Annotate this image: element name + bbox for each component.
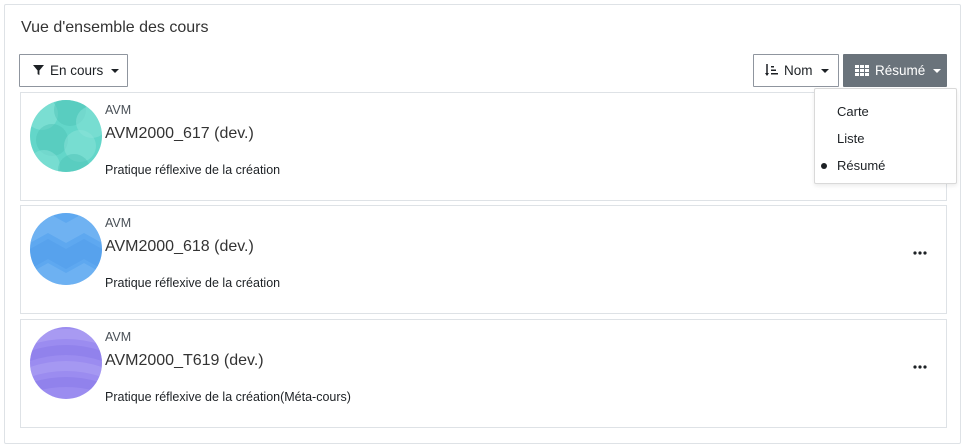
- filter-icon: [33, 65, 44, 76]
- course-summary: Pratique réflexive de la création: [105, 276, 281, 290]
- menu-item-label: Résumé: [837, 158, 886, 173]
- filter-dropdown-button[interactable]: En cours: [19, 54, 128, 87]
- sort-dropdown-button[interactable]: Nom: [753, 54, 839, 87]
- chevron-down-icon: [820, 68, 829, 73]
- view-dropdown-button[interactable]: Résumé: [843, 54, 947, 87]
- course-card[interactable]: AVM AVM2000_617 (dev.) Pratique réflexiv…: [20, 92, 947, 201]
- filter-label: En cours: [50, 63, 104, 78]
- chevron-down-icon: [111, 68, 120, 73]
- course-category: AVM: [105, 330, 132, 344]
- more-actions-icon[interactable]: [913, 363, 929, 371]
- course-name-link[interactable]: AVM2000_617 (dev.): [105, 125, 254, 143]
- block-title: Vue d'ensemble des cours: [21, 19, 209, 36]
- menu-item-resume[interactable]: Résumé: [821, 158, 886, 173]
- menu-item-label: Liste: [837, 131, 865, 146]
- course-name-link[interactable]: AVM2000_618 (dev.): [105, 238, 254, 256]
- menu-item-carte[interactable]: Carte: [837, 104, 869, 119]
- sort-icon: [765, 63, 778, 76]
- course-card[interactable]: AVM AVM2000_T619 (dev.) Pratique réflexi…: [20, 319, 947, 428]
- course-category: AVM: [105, 103, 132, 117]
- sort-label: Nom: [784, 63, 813, 78]
- course-image[interactable]: [30, 213, 102, 285]
- course-name-link[interactable]: AVM2000_T619 (dev.): [105, 352, 264, 370]
- course-category: AVM: [105, 216, 132, 230]
- selected-dot-icon: [821, 163, 827, 169]
- menu-item-liste[interactable]: Liste: [837, 131, 864, 146]
- course-image[interactable]: [30, 100, 102, 172]
- course-image[interactable]: [30, 327, 102, 399]
- course-card[interactable]: AVM AVM2000_618 (dev.) Pratique réflexiv…: [20, 205, 947, 314]
- course-summary: Pratique réflexive de la création(Méta-c…: [105, 390, 351, 404]
- more-actions-icon[interactable]: [913, 249, 929, 257]
- chevron-down-icon: [933, 68, 942, 73]
- course-summary: Pratique réflexive de la création: [105, 163, 281, 177]
- menu-item-label: Carte: [837, 104, 869, 119]
- view-dropdown-menu: Carte Liste Résumé: [814, 88, 957, 184]
- grid-table-icon: [855, 65, 869, 76]
- view-label: Résumé: [875, 63, 926, 78]
